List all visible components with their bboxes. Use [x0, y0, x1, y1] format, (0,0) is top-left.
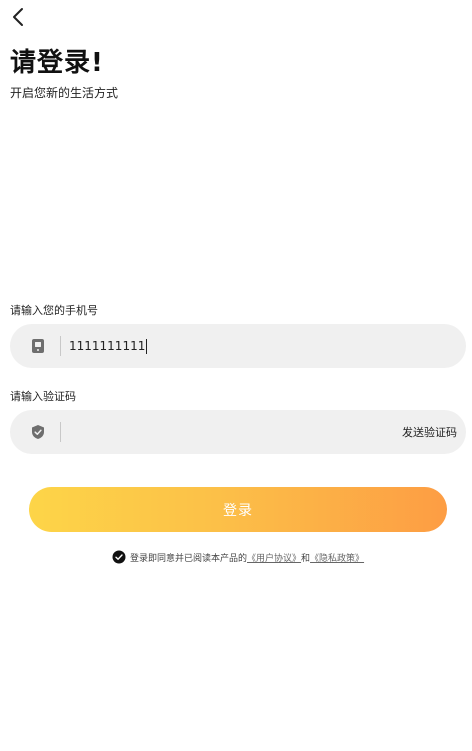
chevron-left-icon: [13, 8, 23, 26]
agreement-checkbox[interactable]: [112, 550, 126, 564]
shield-check-icon: [30, 424, 46, 440]
code-input[interactable]: [61, 410, 402, 454]
phone-input-value: 1111111111: [69, 339, 146, 353]
page-subtitle: 开启您新的生活方式: [10, 86, 119, 100]
phone-input[interactable]: 1111111111: [61, 324, 466, 368]
phone-icon: [30, 338, 46, 354]
page-title: 请登录!: [10, 48, 104, 78]
phone-field[interactable]: 1111111111: [10, 324, 466, 368]
agreement-prefix: 登录即同意并已阅读本产品的: [130, 553, 248, 564]
privacy-policy-link[interactable]: 《隐私政策》: [310, 551, 364, 564]
user-agreement-link[interactable]: 《用户协议》: [247, 551, 301, 564]
phone-label: 请输入您的手机号: [10, 304, 98, 317]
code-label: 请输入验证码: [10, 390, 76, 403]
text-caret: [146, 338, 148, 354]
code-field[interactable]: 发送验证码: [10, 410, 466, 454]
agreement: 登录即同意并已阅读本产品的 《用户协议》 和 《隐私政策》: [112, 550, 364, 564]
login-button[interactable]: 登录: [29, 487, 447, 532]
back-button[interactable]: [6, 4, 30, 30]
check-circle-icon: [112, 550, 126, 564]
agreement-and: 和: [301, 553, 311, 564]
send-code-button[interactable]: 发送验证码: [402, 424, 457, 440]
